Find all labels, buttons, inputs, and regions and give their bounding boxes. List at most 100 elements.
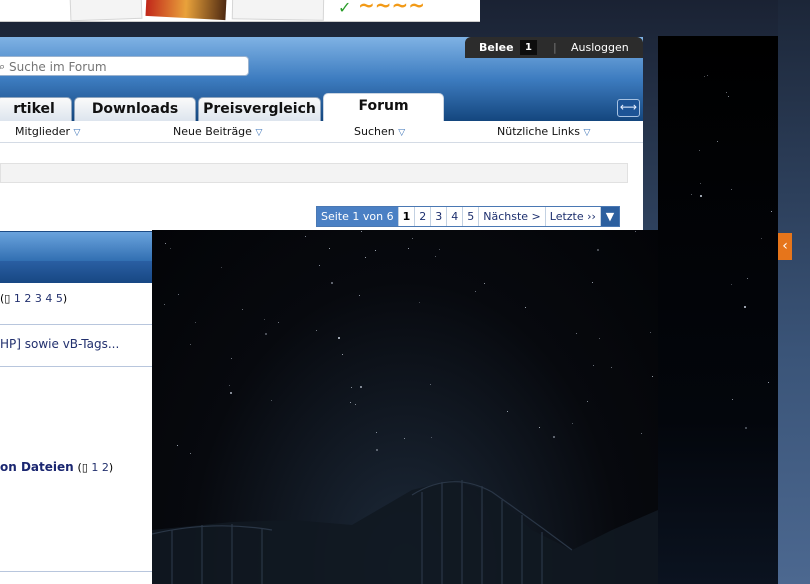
username[interactable]: Belee (479, 41, 514, 54)
star (195, 322, 196, 323)
star (525, 307, 526, 308)
star (229, 385, 230, 386)
star (576, 333, 577, 334)
multipage-icon: ▯ (4, 292, 11, 305)
separator: | (553, 41, 557, 54)
star (419, 302, 420, 303)
star (231, 358, 232, 359)
star (435, 256, 436, 257)
star (338, 337, 340, 339)
page-link[interactable]: 2 (415, 207, 432, 226)
banner-logo: ~~~~ (358, 0, 426, 17)
chevron-left-icon[interactable]: ‹ (778, 233, 792, 260)
thread-pages: (▯ 1 2 3 4 5) (0, 292, 67, 305)
star (359, 295, 360, 296)
multipage-icon: ▯ (81, 461, 88, 474)
star (351, 387, 352, 388)
star (599, 338, 600, 339)
triangle-down-icon: ▽ (583, 128, 591, 138)
sub-navigation: Mitglieder ▽ Neue Beiträge ▽ Suchen ▽ Nü… (0, 121, 643, 143)
last-page-link[interactable]: Letzte ›› (546, 207, 601, 226)
collapse-icon[interactable]: ⟷ (617, 99, 640, 117)
triangle-down-icon: ▽ (398, 128, 406, 138)
subnav-new-posts[interactable]: Neue Beiträge ▽ (173, 125, 262, 138)
star (177, 445, 178, 446)
star (439, 249, 440, 250)
triangle-down-icon: ▽ (255, 128, 263, 138)
page-link[interactable]: 5 (463, 207, 480, 226)
star (507, 411, 508, 412)
chevron-down-icon[interactable]: ▼ (600, 207, 619, 226)
page-link[interactable]: 4 (447, 207, 464, 226)
subnav-useful-links[interactable]: Nützliche Links ▽ (497, 125, 590, 138)
star (331, 282, 333, 284)
subnav-label: Nützliche Links (497, 125, 580, 138)
star (726, 92, 727, 93)
star (699, 150, 700, 151)
subnav-members[interactable]: Mitglieder ▽ (15, 125, 80, 138)
page-links[interactable]: 1 2 3 4 5 (14, 292, 63, 305)
star (572, 423, 573, 424)
star (360, 386, 362, 388)
star (475, 291, 476, 292)
side-background (778, 0, 810, 584)
star (242, 309, 243, 310)
banner-image (145, 0, 227, 21)
star (707, 75, 708, 76)
star (165, 243, 166, 244)
logout-link[interactable]: Ausloggen (571, 41, 629, 54)
star (319, 265, 320, 266)
star (635, 231, 636, 232)
notification-count[interactable]: 1 (520, 40, 537, 55)
star (404, 438, 405, 439)
star (329, 248, 330, 249)
page-links[interactable]: 1 2 (91, 461, 109, 474)
thread-title[interactable]: HP] sowie vB-Tags... (0, 337, 119, 351)
star (731, 284, 732, 285)
star (264, 319, 265, 320)
star (350, 402, 351, 403)
next-page-link[interactable]: Nächste > (479, 207, 546, 226)
star (731, 189, 732, 190)
banner-decoration: ✓ (338, 0, 352, 17)
star (652, 376, 653, 377)
tab-preisvergleich[interactable]: Preisvergleich (198, 97, 321, 121)
banner-card (69, 0, 143, 21)
page-current: 1 (399, 207, 416, 226)
star (761, 238, 762, 239)
thread-title[interactable]: (▯ 1 2 3 4 5) (0, 291, 67, 305)
star (361, 231, 362, 232)
star (650, 332, 651, 333)
subnav-label: Mitglieder (15, 125, 70, 138)
star (190, 453, 191, 454)
page-link[interactable]: 3 (431, 207, 448, 226)
tab-downloads[interactable]: Downloads (74, 97, 196, 121)
thread-title[interactable]: on Dateien (▯ 1 2) (0, 460, 113, 474)
tab-artikel[interactable]: rtikel (0, 97, 72, 121)
star (732, 399, 733, 400)
star (271, 400, 272, 401)
star (771, 211, 772, 212)
search-input[interactable] (7, 59, 241, 75)
star (704, 76, 705, 77)
star (342, 354, 343, 355)
star (164, 304, 165, 305)
thread-title-text[interactable]: on Dateien (0, 460, 74, 474)
night-image-overlay (152, 230, 658, 584)
star (768, 382, 769, 383)
star (408, 248, 409, 249)
triangle-down-icon: ▽ (73, 128, 81, 138)
star (728, 96, 729, 97)
star (745, 427, 747, 429)
page-label: Seite 1 von 6 (317, 207, 399, 226)
subnav-label: Neue Beiträge (173, 125, 252, 138)
star (431, 437, 432, 438)
subnav-search[interactable]: Suchen ▽ (354, 125, 405, 138)
star (553, 436, 555, 438)
star (539, 427, 540, 428)
info-bar (0, 163, 628, 183)
user-bar: Belee 1 | Ausloggen (465, 37, 643, 58)
top-banner: ✓ ~~~~ (0, 0, 480, 22)
search-icon: ⌕ (0, 60, 6, 73)
tab-forum[interactable]: Forum (323, 93, 444, 121)
